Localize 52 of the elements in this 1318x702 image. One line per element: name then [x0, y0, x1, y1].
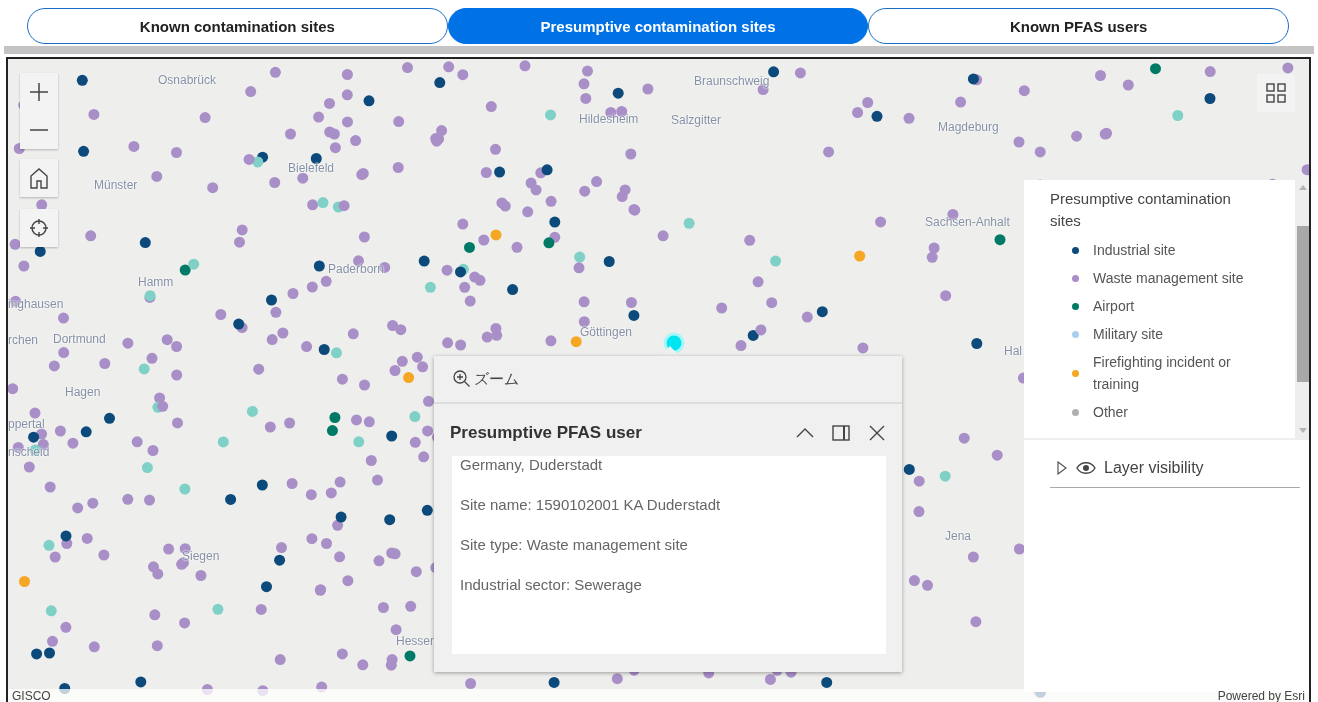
- map-label: Paderborn: [328, 262, 385, 276]
- locate-button[interactable]: [20, 209, 58, 247]
- legend-label: Other: [1093, 403, 1128, 422]
- map-label: Sachsen-Anhalt: [925, 215, 1010, 229]
- layer-visibility-toggle[interactable]: Layer visibility: [1050, 458, 1300, 488]
- tab[interactable]: Presumptive contamination sites: [447, 8, 869, 44]
- popup-text: Industrial sector: Sewerage: [460, 576, 643, 594]
- legend-label: Industrial site: [1093, 241, 1176, 260]
- map-label: Salzgitter: [671, 113, 722, 127]
- plus-icon: [29, 82, 49, 102]
- tab[interactable]: Known PFAS users: [868, 8, 1289, 44]
- map-label: Göttingen: [580, 325, 633, 339]
- popup-title: Presumptive PFAS user: [450, 423, 643, 443]
- attribution-text: Powered by Esri: [1217, 688, 1305, 702]
- dock-button[interactable]: [830, 422, 852, 444]
- zoom-in-icon: [452, 369, 472, 389]
- map-label: inghausen: [8, 297, 64, 311]
- map-label: Osnabrück: [158, 73, 217, 87]
- legend-label: Firefighting incident or training: [1093, 353, 1232, 394]
- popup-text: Site type: Waste management site: [460, 536, 689, 554]
- minus-icon: [29, 129, 49, 131]
- crosshair-icon: [29, 218, 49, 238]
- attribution-text: GISCO: [12, 688, 51, 702]
- map-label: Münster: [94, 178, 138, 192]
- popup-text: Site name: 1590102001 KA Duderstadt: [460, 496, 722, 514]
- zoom-out-button[interactable]: [20, 111, 58, 149]
- scrollbar[interactable]: [1295, 180, 1309, 438]
- legend-title: Presumptive contamination sites: [1050, 189, 1232, 231]
- map-label: Hamm: [138, 275, 174, 289]
- popup-text: Germany, Duderstadt: [460, 456, 604, 474]
- grid-icon: [1266, 83, 1286, 103]
- grid-button[interactable]: [1257, 74, 1295, 112]
- map-label: Dortmund: [53, 332, 106, 346]
- map-label: Magdeburg: [938, 120, 999, 134]
- triangle-icon: [1056, 461, 1068, 475]
- zoom-button[interactable]: ズーム: [452, 369, 519, 389]
- eye-icon: [1076, 461, 1096, 475]
- map-label: rchen: [8, 333, 39, 347]
- map-label: Hal: [1004, 344, 1022, 358]
- legend-label: Waste management site: [1093, 269, 1244, 288]
- home-icon: [29, 167, 49, 189]
- zoom-in-button[interactable]: [20, 73, 58, 111]
- tab[interactable]: Known contamination sites: [27, 8, 448, 44]
- map-label: Bielefeld: [288, 161, 335, 175]
- map-label: Hildesheim: [579, 112, 639, 126]
- map-label: ppertal: [8, 417, 45, 431]
- map-label: Hagen: [65, 385, 101, 399]
- map-label: Jena: [945, 529, 972, 543]
- legend-label: Military site: [1093, 325, 1163, 344]
- home-button[interactable]: [20, 159, 58, 197]
- map-label: Braunschweig: [694, 74, 770, 88]
- legend-label: Airport: [1093, 297, 1135, 316]
